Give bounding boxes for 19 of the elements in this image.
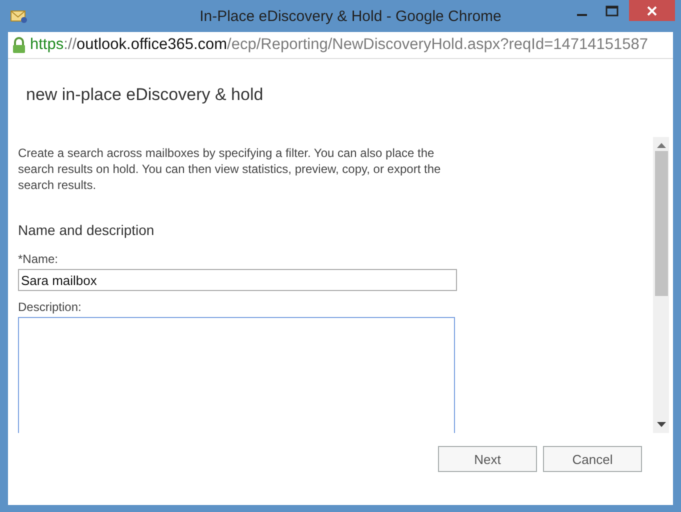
field-label: *Name: [18,252,60,266]
mail-icon [10,8,28,24]
maximize-button[interactable] [605,5,619,17]
dialog-button[interactable]: Cancel [543,446,642,472]
window-title: In-Place eDiscovery & Hold - Google Chrome [198,8,502,24]
scrollbar-thumb[interactable] [654,151,668,296]
dialog-heading: new in-place eDiscovery & hold [26,85,264,106]
close-button[interactable] [629,0,675,21]
close-icon [646,4,658,16]
scroll-down-icon[interactable] [656,422,666,427]
scroll-up-icon[interactable] [656,143,666,148]
name-field[interactable]: Sara mailbox [18,269,457,291]
lock-icon [12,36,26,54]
intro-text: Create a search across mailboxes by specifying a filter. You can also place the search results on hold. You can then view statistics, preview, copy, or export the search results. [18,145,442,193]
field-label: Description: [18,300,82,314]
description-field[interactable] [18,317,455,433]
section-heading: Name and description [18,222,156,238]
scrollbar[interactable] [653,137,669,433]
dialog-button[interactable]: Next [438,446,537,472]
